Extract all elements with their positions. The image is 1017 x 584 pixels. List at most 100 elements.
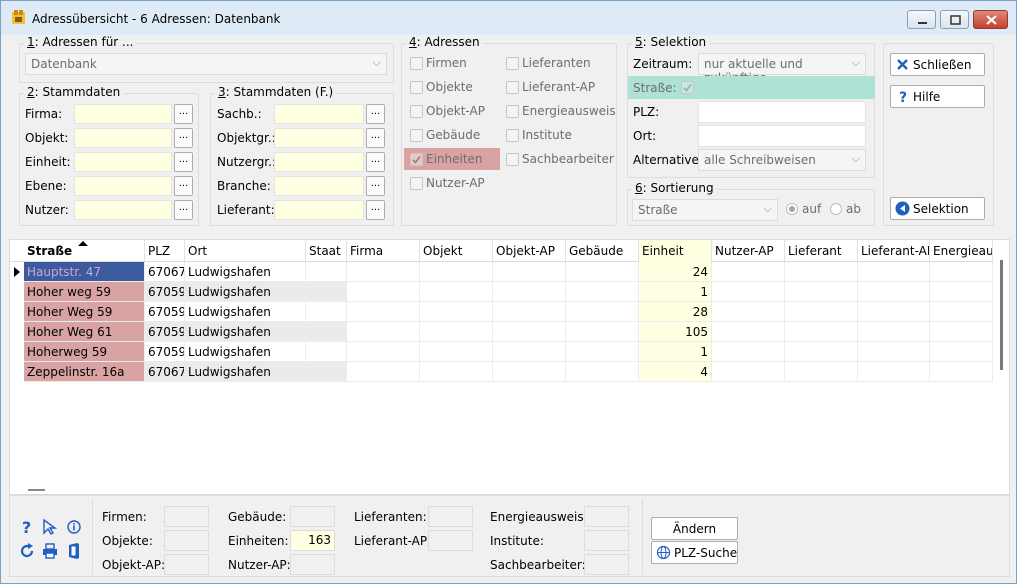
- nutzer-ap-checkbox[interactable]: [410, 177, 423, 190]
- cell-einheit[interactable]: 24: [639, 262, 712, 282]
- cell-objekt-ap[interactable]: [493, 282, 566, 302]
- schliessen-button[interactable]: Schließen: [890, 53, 985, 76]
- cell-einheit[interactable]: 1: [639, 282, 712, 302]
- column-header-nutzer-ap[interactable]: Nutzer-AP: [712, 240, 785, 262]
- lieferant-browse-button[interactable]: ...: [366, 200, 385, 220]
- cell-strasse[interactable]: Hauptstr. 47: [24, 262, 145, 282]
- firmen-checkbox[interactable]: [410, 57, 423, 70]
- info-icon[interactable]: [65, 518, 83, 536]
- cell-staat[interactable]: [306, 282, 347, 302]
- column-header-energieaus[interactable]: Energieaus: [930, 240, 993, 262]
- cell-energieaus[interactable]: [930, 302, 993, 322]
- scrollbar-thumb[interactable]: [1000, 260, 1003, 370]
- cell-ort[interactable]: Ludwigshafen: [185, 362, 306, 382]
- strasse-checkbox[interactable]: [681, 81, 694, 94]
- cell-strasse[interactable]: Hoher Weg 59: [24, 302, 145, 322]
- maximize-button[interactable]: [940, 10, 969, 29]
- institute-checkbox[interactable]: [506, 129, 519, 142]
- adressen-fuer-combo[interactable]: Datenbank ⌵: [25, 53, 387, 75]
- column-header-objekt-ap[interactable]: Objekt-AP: [493, 240, 566, 262]
- cell-energieaus[interactable]: [930, 322, 993, 342]
- vertical-scrollbar[interactable]: [994, 256, 1010, 494]
- cell-objekt-ap[interactable]: [493, 322, 566, 342]
- cell-plz[interactable]: 67059: [145, 322, 185, 342]
- table-row[interactable]: Hoherweg 59 67059 Ludwigshafen 1: [10, 342, 993, 362]
- cell-nutzer-ap[interactable]: [712, 282, 785, 302]
- cell-staat[interactable]: [306, 362, 347, 382]
- cell-gebaeude[interactable]: [566, 302, 639, 322]
- cell-objekt[interactable]: [420, 342, 493, 362]
- cell-objekt-ap[interactable]: [493, 262, 566, 282]
- office-icon[interactable]: [65, 542, 83, 560]
- plz-suche-button[interactable]: PLZ-Suche: [651, 541, 738, 564]
- cell-strasse[interactable]: Hoher Weg 61: [24, 322, 145, 342]
- ebene-field[interactable]: [74, 176, 172, 196]
- cell-nutzer-ap[interactable]: [712, 322, 785, 342]
- splitter-handle[interactable]: [28, 489, 45, 491]
- cell-einheit[interactable]: 1: [639, 342, 712, 362]
- cell-objekt[interactable]: [420, 262, 493, 282]
- cell-objekt[interactable]: [420, 362, 493, 382]
- firma-browse-button[interactable]: ...: [174, 104, 193, 124]
- sort-auf-radio[interactable]: [786, 203, 798, 215]
- cell-ort[interactable]: Ludwigshafen: [185, 322, 306, 342]
- column-header-plz[interactable]: PLZ: [145, 240, 185, 262]
- cell-staat[interactable]: [306, 262, 347, 282]
- minimize-button[interactable]: [907, 10, 936, 29]
- objekt-browse-button[interactable]: ...: [174, 128, 193, 148]
- refresh-icon[interactable]: [18, 542, 36, 560]
- cell-lieferant-ap[interactable]: [858, 282, 930, 302]
- table-row[interactable]: Hoher weg 59 67059 Ludwigshafen 1: [10, 282, 993, 302]
- cell-strasse[interactable]: Zeppelinstr. 16a: [24, 362, 145, 382]
- column-header-lieferant-ap[interactable]: Lieferant-AP: [858, 240, 930, 262]
- hilfe-button[interactable]: ? Hilfe: [890, 85, 985, 108]
- ort-field[interactable]: [698, 125, 866, 147]
- column-header-objekt[interactable]: Objekt: [420, 240, 493, 262]
- cell-plz[interactable]: 67067: [145, 262, 185, 282]
- lieferant-field[interactable]: [274, 200, 364, 220]
- cell-strasse[interactable]: Hoher weg 59: [24, 282, 145, 302]
- cell-ort[interactable]: Ludwigshafen: [185, 262, 306, 282]
- cell-firma[interactable]: [347, 322, 420, 342]
- nutzer-field[interactable]: [74, 200, 172, 220]
- table-row[interactable]: Zeppelinstr. 16a 67067 Ludwigshafen 4: [10, 362, 993, 382]
- close-button[interactable]: [973, 10, 1008, 29]
- cell-energieaus[interactable]: [930, 342, 993, 362]
- einheit-field[interactable]: [74, 152, 172, 172]
- gebaeude-checkbox[interactable]: [410, 129, 423, 142]
- objektgr-field[interactable]: [274, 128, 364, 148]
- column-header-einheit[interactable]: Einheit: [639, 240, 712, 262]
- objektgr-browse-button[interactable]: ...: [366, 128, 385, 148]
- cell-lieferant[interactable]: [785, 262, 858, 282]
- cell-nutzer-ap[interactable]: [712, 362, 785, 382]
- nutzer-browse-button[interactable]: ...: [174, 200, 193, 220]
- cell-energieaus[interactable]: [930, 282, 993, 302]
- cell-firma[interactable]: [347, 342, 420, 362]
- firma-field[interactable]: [74, 104, 172, 124]
- zeitraum-combo[interactable]: nur aktuelle und zukünftige⌵: [698, 53, 866, 85]
- cell-lieferant-ap[interactable]: [858, 262, 930, 282]
- cell-plz[interactable]: 67059: [145, 342, 185, 362]
- sachbearbeiter-checkbox[interactable]: [506, 153, 519, 166]
- energieausweis-checkbox[interactable]: [506, 105, 519, 118]
- cell-objekt[interactable]: [420, 282, 493, 302]
- lieferant-ap-checkbox[interactable]: [506, 81, 519, 94]
- cell-ort[interactable]: Ludwigshafen: [185, 282, 306, 302]
- objekt-field[interactable]: [74, 128, 172, 148]
- cell-objekt-ap[interactable]: [493, 342, 566, 362]
- cell-firma[interactable]: [347, 262, 420, 282]
- cell-energieaus[interactable]: [930, 262, 993, 282]
- cell-gebaeude[interactable]: [566, 362, 639, 382]
- selektion-button[interactable]: Selektion: [890, 197, 985, 220]
- cell-lieferant[interactable]: [785, 282, 858, 302]
- sortierung-combo[interactable]: Straße ⌵: [632, 199, 778, 221]
- cell-ort[interactable]: Ludwigshafen: [185, 342, 306, 362]
- cell-plz[interactable]: 67059: [145, 282, 185, 302]
- column-header-ort[interactable]: Ort: [185, 240, 306, 262]
- cell-plz[interactable]: 67067: [145, 362, 185, 382]
- cell-einheit[interactable]: 28: [639, 302, 712, 322]
- einheiten-checkbox[interactable]: [410, 153, 423, 166]
- table-row[interactable]: Hoher Weg 61 67059 Ludwigshafen 105: [10, 322, 993, 342]
- branche-browse-button[interactable]: ...: [366, 176, 385, 196]
- cell-lieferant[interactable]: [785, 302, 858, 322]
